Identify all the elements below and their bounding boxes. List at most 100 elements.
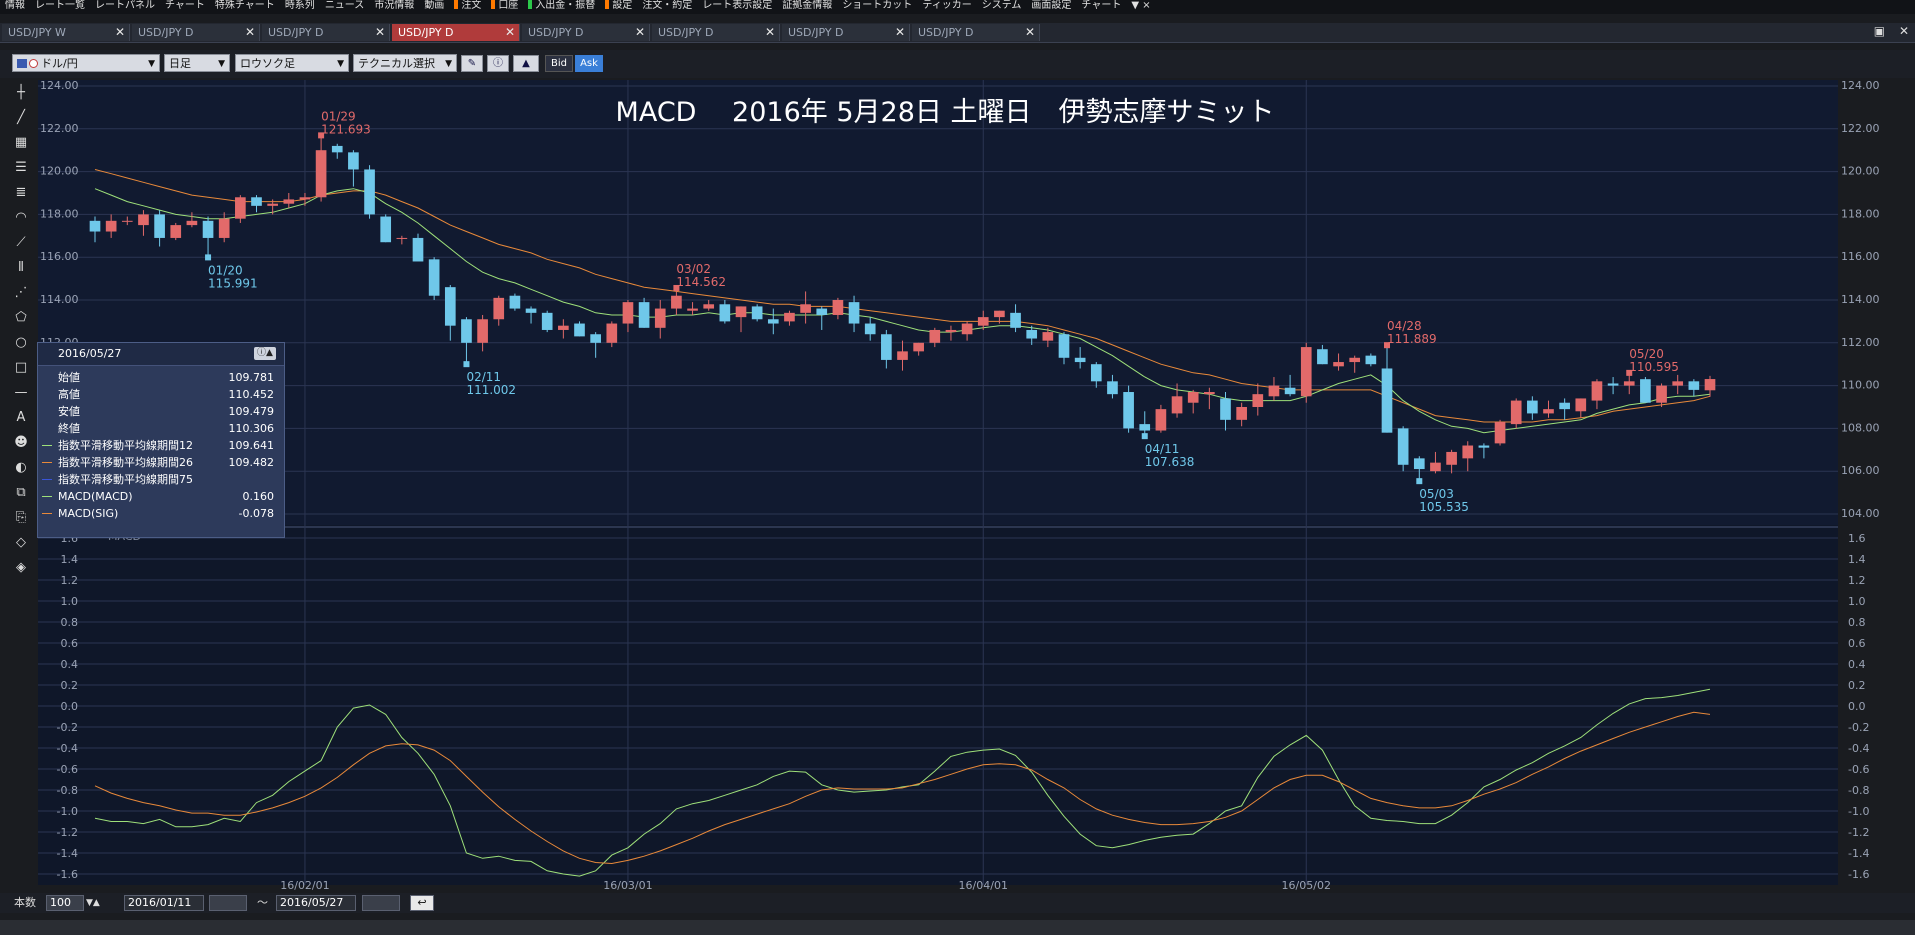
candle-body xyxy=(364,169,375,215)
low-value-label: 107.638 xyxy=(1145,455,1195,469)
low-date-label: 02/11 xyxy=(466,370,501,384)
macd-tick-label-right: 1.2 xyxy=(1848,574,1866,587)
candle-body xyxy=(444,287,456,326)
chart-area[interactable]: 124.00 124.00 122.00 122.00 120.00 120.00 118.… xyxy=(0,0,1915,893)
macd-tick-label-left: 0.2 xyxy=(61,679,79,692)
candle-body xyxy=(735,306,747,318)
candle-body xyxy=(1300,347,1312,397)
candle-body xyxy=(1268,385,1280,397)
candle-body xyxy=(170,225,182,238)
candle-body xyxy=(1107,381,1118,395)
from-date-field[interactable]: 2016/01/11 xyxy=(124,895,204,911)
macd-tick-label-right: -0.4 xyxy=(1848,742,1869,755)
candle-body xyxy=(784,312,795,322)
candle-body xyxy=(1575,398,1587,412)
count-stepper[interactable]: ▼▲ xyxy=(86,893,100,913)
candle-body xyxy=(251,197,262,206)
macd-tick-label-left: -1.2 xyxy=(57,826,78,839)
series-color-swatch xyxy=(42,479,52,480)
low-date-label: 01/20 xyxy=(208,263,243,277)
info-row: 指数平滑移動平均線期間26 109.482 xyxy=(38,454,284,471)
count-field[interactable]: 100 xyxy=(46,895,84,911)
series-color-swatch xyxy=(42,462,52,463)
reset-range-button[interactable]: ↩ xyxy=(410,895,434,911)
macd-tick-label-right: 1.6 xyxy=(1848,532,1866,545)
candle-body xyxy=(1559,402,1570,410)
series-color-swatch xyxy=(42,445,52,446)
info-row-value: 110.452 xyxy=(228,388,275,401)
series-color-swatch xyxy=(42,496,52,497)
high-date-label: 05/20 xyxy=(1629,347,1664,361)
candle-body xyxy=(1640,379,1651,403)
candle-body xyxy=(1462,445,1474,459)
candle-body xyxy=(1430,462,1441,472)
candle-body xyxy=(1090,364,1102,382)
macd-tick-label-left: -0.4 xyxy=(57,742,78,755)
candle-body xyxy=(380,216,392,243)
range-bar: 本数 100 ▼▲ 2016/01/11 〜 2016/05/27 ↩ xyxy=(0,893,1915,913)
high-value-label: 114.562 xyxy=(676,275,726,289)
candle-body xyxy=(477,319,488,343)
info-row: MACD(SIG) -0.078 xyxy=(38,505,284,522)
candle-body xyxy=(105,220,117,232)
extreme-marker xyxy=(1416,478,1423,485)
price-tick-label-left: 118.00 xyxy=(40,207,79,220)
from-time-field[interactable] xyxy=(209,895,247,911)
info-row-label: MACD(MACD) xyxy=(58,490,133,503)
candle-body xyxy=(1349,357,1361,363)
macd-tick-label-left: 0.4 xyxy=(61,658,79,671)
info-row-label: 指数平滑移動平均線期間12 xyxy=(58,439,193,452)
info-row-value: 109.641 xyxy=(228,439,275,452)
chart-title: MACD 2016年 5月28日 土曜日 伊勢志摩サミット xyxy=(616,97,1275,128)
candle-body xyxy=(1688,381,1700,390)
count-value: 100 xyxy=(50,896,71,909)
candle-body xyxy=(687,308,698,311)
price-tick-label-right: 118.00 xyxy=(1841,207,1880,220)
macd-tick-label-right: -1.6 xyxy=(1848,868,1869,881)
candle-body xyxy=(541,312,553,330)
price-tick-label-right: 108.00 xyxy=(1841,421,1880,434)
info-panel-header[interactable]: 2016/05/27 ⓘ▲ xyxy=(38,343,284,366)
candle-body xyxy=(186,220,198,226)
info-row-value: 110.306 xyxy=(228,422,275,435)
candle-body xyxy=(1494,421,1506,444)
candle-body xyxy=(1058,334,1070,358)
price-tick-label-right: 114.00 xyxy=(1841,293,1880,306)
info-row: 終値 110.306 xyxy=(38,420,284,437)
candle-body xyxy=(1187,392,1199,403)
candle-body xyxy=(1397,428,1409,465)
range-separator: 〜 xyxy=(257,896,268,909)
candle-body xyxy=(1317,349,1328,365)
macd-tick-label-left: -1.4 xyxy=(57,847,78,860)
macd-tick-label-left: -0.6 xyxy=(57,763,78,776)
candle-body xyxy=(154,214,165,238)
candle-body xyxy=(558,325,569,330)
price-pane-background xyxy=(38,80,1838,525)
high-value-label: 111.889 xyxy=(1387,332,1437,346)
candle-body xyxy=(929,329,941,343)
candle-body xyxy=(121,220,133,222)
to-date-field[interactable]: 2016/05/27 xyxy=(276,895,356,911)
candle-body xyxy=(1591,381,1603,401)
candle-body xyxy=(461,319,472,343)
candle-body xyxy=(913,342,924,352)
candle-body xyxy=(1413,458,1425,470)
low-date-label: 05/03 xyxy=(1419,487,1454,501)
date-tick-label: 16/02/01 xyxy=(280,879,329,892)
macd-tick-label-right: -0.2 xyxy=(1848,721,1869,734)
panel-menu-icon[interactable]: ⓘ▲ xyxy=(254,347,276,360)
candle-body xyxy=(606,323,618,343)
candle-body xyxy=(1623,381,1635,386)
info-row: 始値 109.781 xyxy=(38,369,284,386)
candle-body xyxy=(994,310,1005,318)
candle-body xyxy=(267,203,278,206)
candle-body xyxy=(638,302,650,328)
to-time-field[interactable] xyxy=(362,895,400,911)
macd-tick-label-left: 1.2 xyxy=(61,574,79,587)
macd-tick-label-right: -1.4 xyxy=(1848,847,1869,860)
candle-body xyxy=(525,308,537,313)
candle-body xyxy=(1543,409,1554,414)
macd-tick-label-left: 0.8 xyxy=(61,616,79,629)
price-tick-label-right: 110.00 xyxy=(1841,379,1880,392)
count-label: 本数 xyxy=(14,896,36,909)
